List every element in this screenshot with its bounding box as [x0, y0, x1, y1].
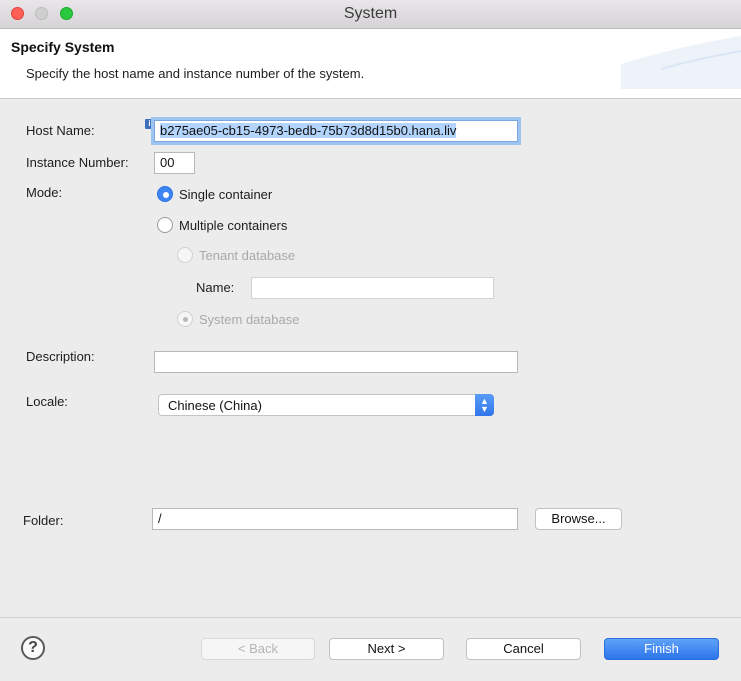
description-input[interactable] [154, 351, 518, 373]
system-database-label: System database [199, 312, 300, 327]
wizard-banner: Specify System Specify the host name and… [0, 29, 741, 99]
system-database-radio[interactable] [177, 311, 193, 327]
locale-label: Locale: [26, 394, 68, 409]
page-title: Specify System [11, 39, 115, 55]
info-icon: i [145, 119, 154, 129]
tenant-database-radio[interactable] [177, 247, 193, 263]
title-bar: System [0, 0, 741, 29]
host-name-input[interactable]: b275ae05-cb15-4973-bedb-75b73d8d15b0.han… [154, 120, 518, 142]
tenant-database-label: Tenant database [199, 248, 296, 263]
window-title: System [343, 5, 398, 22]
next-button[interactable]: Next > [329, 638, 444, 660]
finish-button[interactable]: Finish [604, 638, 719, 660]
chevron-up-down-icon: ▲ ▼ [475, 394, 494, 416]
footer-divider [0, 617, 741, 618]
browse-button[interactable]: Browse... [535, 508, 622, 530]
locale-select[interactable]: Chinese (China) ▲ ▼ [158, 394, 494, 416]
mode-label: Mode: [26, 185, 63, 200]
multiple-containers-label[interactable]: Multiple containers [179, 218, 287, 233]
back-button[interactable]: < Back [201, 638, 315, 660]
help-icon[interactable]: ? [21, 636, 45, 660]
single-container-label[interactable]: Single container [179, 187, 272, 202]
multiple-containers-radio[interactable] [157, 217, 173, 233]
single-container-radio[interactable] [157, 186, 173, 202]
folder-input[interactable]: / [152, 508, 518, 530]
folder-label: Folder: [23, 513, 64, 528]
cancel-button[interactable]: Cancel [466, 638, 581, 660]
tenant-name-label: Name: [196, 280, 235, 295]
host-name-value: b275ae05-cb15-4973-bedb-75b73d8d15b0.han… [160, 123, 457, 138]
instance-number-input[interactable]: 00 [154, 152, 195, 174]
page-subtitle: Specify the host name and instance numbe… [26, 66, 365, 81]
banner-decoration [621, 35, 741, 89]
description-label: Description: [26, 349, 95, 364]
host-name-label: Host Name: [26, 123, 95, 138]
instance-number-label: Instance Number: [26, 155, 129, 170]
locale-selected-value: Chinese (China) [168, 398, 262, 413]
tenant-name-input[interactable] [251, 277, 494, 299]
